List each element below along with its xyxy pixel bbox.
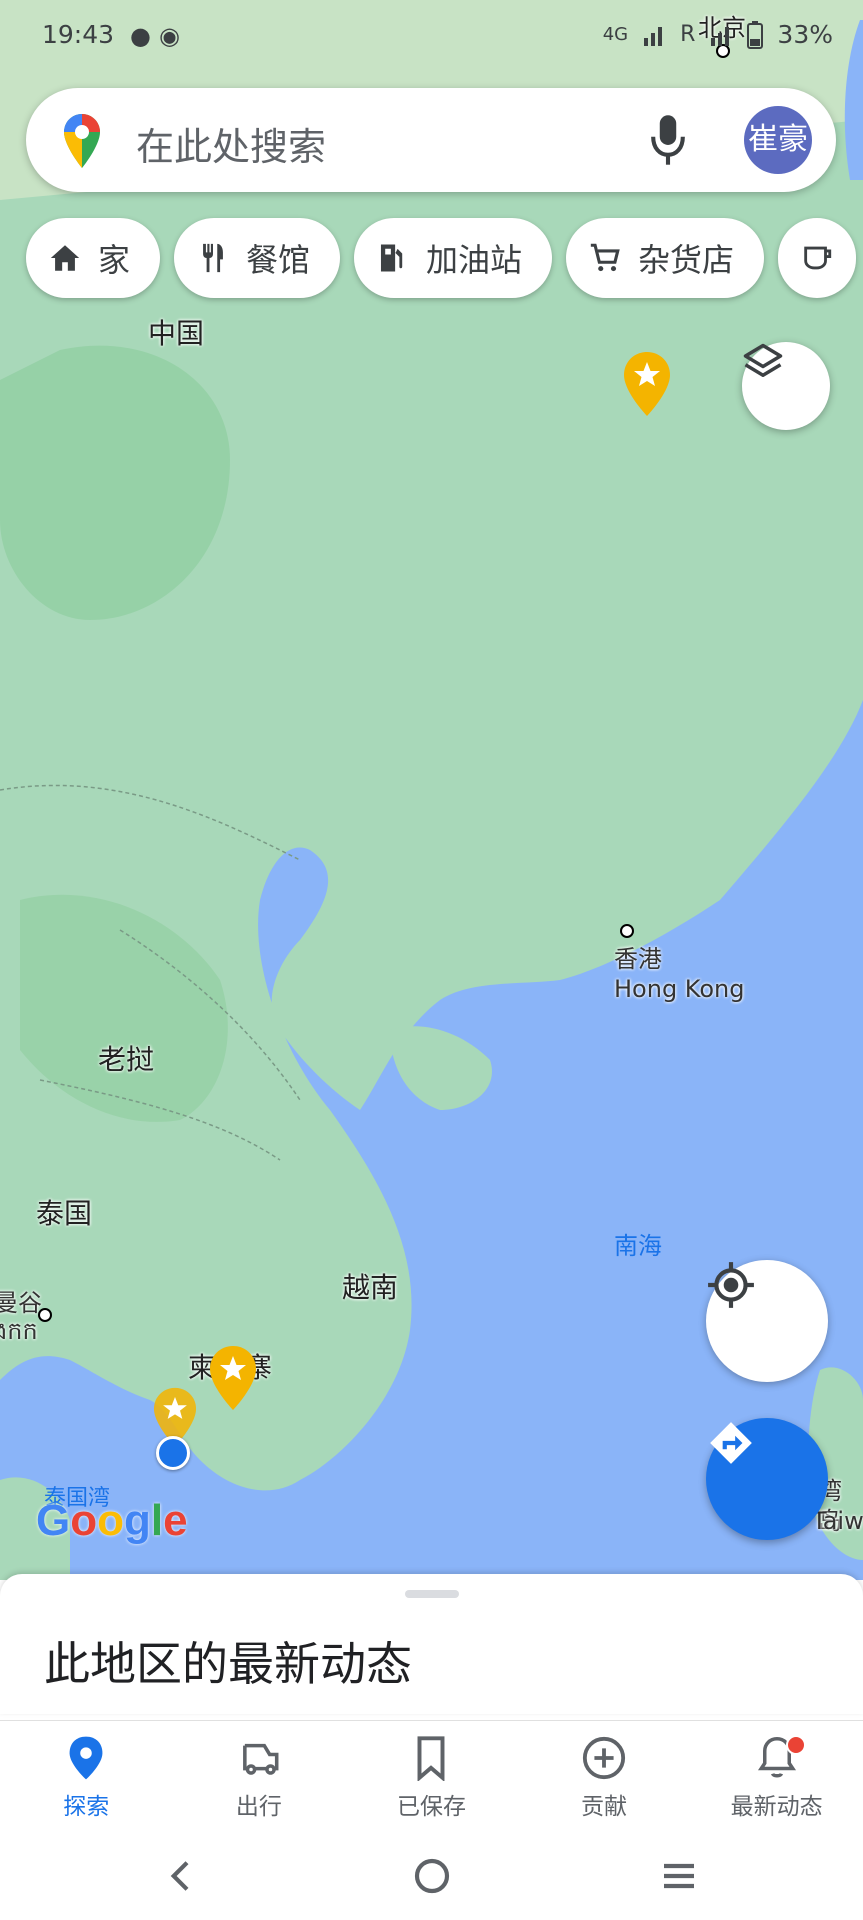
home-button-icon[interactable] [412, 1856, 452, 1896]
label-hong-kong-en[interactable]: Hong Kong [614, 974, 744, 1004]
chip-home[interactable]: 家 [26, 218, 161, 298]
sheet-drag-handle[interactable] [405, 1590, 459, 1598]
chip-groceries[interactable]: 杂货店 [566, 218, 765, 298]
notification-badge [786, 1735, 807, 1755]
nav-label: 贡献 [581, 1794, 628, 1820]
bookmark-icon [418, 1736, 445, 1781]
chip-gas-stations[interactable]: 加油站 [354, 218, 553, 298]
restaurant-icon [203, 243, 223, 273]
coffee-icon [804, 246, 832, 270]
cart-icon [590, 243, 620, 272]
system-navigation-bar [0, 1832, 863, 1920]
directions-icon [710, 1422, 752, 1464]
signal-icon [644, 26, 663, 46]
network-type: 4G [602, 24, 629, 45]
music-icon: ● [130, 22, 159, 50]
my-location-button[interactable] [706, 1260, 828, 1382]
label-thailand[interactable]: 泰国 [36, 1192, 92, 1232]
label-hong-kong-zh[interactable]: 香港 [614, 944, 662, 974]
label-bangkok-zh[interactable]: 曼谷 [0, 1288, 42, 1318]
battery-percent: 33% [777, 20, 833, 49]
status-right: 4G R 33% [603, 20, 833, 49]
chip-coffee[interactable] [778, 218, 857, 298]
chip-restaurants[interactable]: 餐馆 [174, 218, 341, 298]
sheet-title: 此地区的最新动态 [44, 1637, 412, 1691]
layers-icon [743, 343, 783, 377]
search-input[interactable]: 在此处搜索 [136, 116, 326, 171]
category-chips: 家 餐馆 加油站 杂货店 [26, 218, 857, 300]
saved-place-star-icon[interactable] [208, 1344, 258, 1414]
account-avatar[interactable]: 崔豪 [744, 106, 812, 174]
explore-pin-icon [69, 1736, 103, 1780]
nav-label: 最新动态 [730, 1794, 823, 1820]
chip-label: 餐馆 [246, 241, 311, 279]
google-logo: Google [36, 1496, 188, 1545]
status-time: 19:43 [42, 20, 115, 49]
label-bangkok-kh[interactable]: ងកក [0, 1316, 38, 1346]
nav-label: 出行 [235, 1794, 282, 1820]
google-maps-logo-icon [64, 114, 100, 168]
label-south-sea[interactable]: 南海 [614, 1226, 662, 1261]
city-dot-bangkok [38, 1308, 52, 1322]
directions-button[interactable] [706, 1418, 828, 1540]
nav-saved[interactable]: 已保存 [345, 1721, 518, 1833]
nav-commute[interactable]: 出行 [173, 1721, 346, 1833]
label-vietnam[interactable]: 越南 [342, 1266, 398, 1306]
chip-label: 家 [98, 241, 131, 279]
chip-label: 杂货店 [638, 241, 735, 279]
battery-icon [747, 20, 764, 49]
search-bar[interactable]: 在此处搜索 崔豪 [26, 88, 836, 192]
label-laos[interactable]: 老挝 [98, 1038, 154, 1078]
add-circle-icon [582, 1736, 626, 1780]
label-taiwan-en[interactable]: Taiwan [812, 1506, 863, 1536]
nav-updates[interactable]: 最新动态 [690, 1721, 863, 1833]
city-dot-hong-kong [620, 924, 634, 938]
nav-explore[interactable]: 探索 [0, 1721, 173, 1833]
microphone-icon[interactable] [648, 112, 688, 168]
label-china[interactable]: 中国 [148, 312, 204, 352]
home-icon [50, 245, 80, 271]
nav-label: 已保存 [396, 1794, 466, 1820]
gas-station-icon [380, 244, 403, 272]
latest-updates-sheet[interactable]: 此地区的最新动态 [0, 1574, 863, 1714]
chip-label: 加油站 [426, 241, 523, 279]
nav-label: 探索 [63, 1794, 110, 1820]
bottom-navigation: 探索 出行 已保存 贡献 最新动态 [0, 1720, 863, 1833]
car-icon [242, 1743, 279, 1775]
nav-contribute[interactable]: 贡献 [518, 1721, 691, 1833]
menu-icon[interactable] [658, 1856, 700, 1896]
crosshair-icon [708, 1262, 754, 1308]
my-location-dot [156, 1436, 190, 1470]
wechat-icon: ◉ [158, 22, 188, 50]
status-notification-icons: ●◉ [130, 22, 188, 50]
back-icon[interactable] [162, 1856, 202, 1896]
roaming-indicator: R [680, 22, 696, 47]
signal-icon [711, 26, 730, 46]
status-bar: 19:43 ●◉ 4G R 33% [0, 0, 863, 70]
layers-button[interactable] [742, 342, 830, 430]
saved-place-star-icon[interactable] [622, 350, 672, 420]
